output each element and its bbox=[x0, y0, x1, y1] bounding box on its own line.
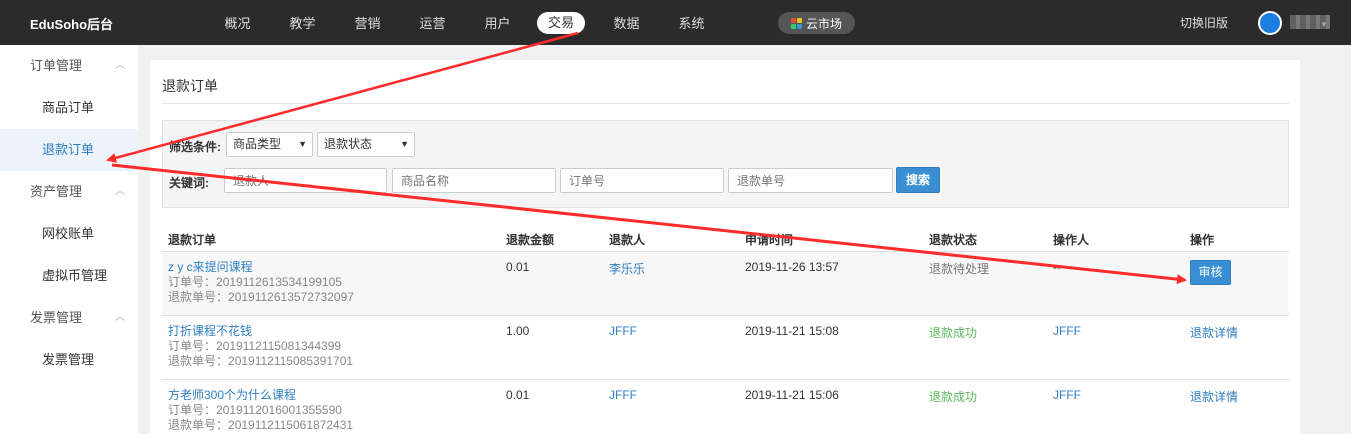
sidebar-group-label: 订单管理 bbox=[30, 58, 83, 73]
refund-amount: 0.01 bbox=[506, 260, 530, 274]
main-nav: 概况 教学 营销 运营 用户 交易 数据 系统 bbox=[205, 0, 724, 45]
refund-table: 退款订单 退款金额 退款人 申请时间 退款状态 操作人 操作 z y c来提问课… bbox=[162, 222, 1289, 434]
refund-user-link[interactable]: JFFF bbox=[609, 388, 637, 402]
refund-detail-link[interactable]: 退款详情 bbox=[1190, 388, 1238, 405]
refund-amount: 1.00 bbox=[506, 324, 530, 338]
search-button[interactable]: 搜索 bbox=[896, 167, 940, 193]
operator: -- bbox=[1053, 260, 1061, 274]
filter-form: 筛选条件: 商品类型 ▼ 退款状态 ▼ 关键词: 搜索 bbox=[162, 120, 1289, 208]
avatar[interactable] bbox=[1258, 11, 1282, 35]
nav-teaching[interactable]: 教学 bbox=[270, 13, 335, 32]
refund-status: 退款成功 bbox=[929, 326, 978, 340]
brand-logo[interactable]: EduSoho后台 bbox=[30, 14, 113, 33]
nav-users[interactable]: 用户 bbox=[465, 13, 530, 32]
product-title-link[interactable]: 方老师300个为什么课程 bbox=[168, 388, 353, 403]
divider bbox=[162, 103, 1289, 104]
refund-status-value: 退款状态 bbox=[324, 137, 373, 151]
audit-button[interactable]: 审核 bbox=[1190, 260, 1231, 285]
main-panel: 退款订单 筛选条件: 商品类型 ▼ 退款状态 ▼ 关键词: 搜索 退款订单 退款… bbox=[150, 60, 1300, 434]
switch-old-version-link[interactable]: 切换旧版 bbox=[1180, 14, 1228, 31]
sidebar-group-order-management[interactable]: 订单管理 ︿ bbox=[0, 45, 138, 87]
chevron-up-icon: ︿ bbox=[115, 60, 125, 71]
col-operator: 操作人 bbox=[1053, 233, 1090, 247]
table-row: 打折课程不花钱 订单号：2019112115081344399 退款单号：201… bbox=[162, 316, 1289, 380]
col-refund-user: 退款人 bbox=[609, 233, 646, 247]
order-number: 订单号：2019112613534199105 bbox=[168, 275, 342, 289]
apply-time: 2019-11-26 13:57 bbox=[745, 260, 839, 274]
page-title: 退款订单 bbox=[162, 78, 218, 94]
product-title-link[interactable]: 打折课程不花钱 bbox=[168, 324, 353, 339]
refund-detail-link[interactable]: 退款详情 bbox=[1190, 324, 1238, 341]
operator-link[interactable]: JFFF bbox=[1053, 324, 1081, 338]
nav-data[interactable]: 数据 bbox=[594, 13, 659, 32]
product-name-input[interactable] bbox=[392, 168, 556, 193]
app-grid-icon bbox=[790, 17, 802, 29]
top-navbar: EduSoho后台 概况 教学 营销 运营 用户 交易 数据 系统 云市场 切换… bbox=[0, 0, 1351, 45]
col-refund-order: 退款订单 bbox=[168, 233, 217, 247]
sidebar: 订单管理 ︿ 商品订单 退款订单 资产管理 ︿ 网校账单 虚拟币管理 发票管理 … bbox=[0, 45, 138, 434]
chevron-up-icon: ︿ bbox=[115, 186, 125, 197]
order-number: 订单号：2019112115081344399 bbox=[168, 339, 342, 353]
sidebar-item-school-bills[interactable]: 网校账单 bbox=[0, 213, 138, 255]
refund-order-info: 打折课程不花钱 订单号：2019112115081344399 退款单号：201… bbox=[168, 324, 353, 369]
product-type-select[interactable]: 商品类型 ▼ bbox=[226, 132, 313, 157]
order-number-input[interactable] bbox=[560, 168, 724, 193]
cloud-market-label: 云市场 bbox=[805, 16, 842, 31]
sidebar-item-invoices[interactable]: 发票管理 bbox=[0, 339, 138, 381]
table-row: 方老师300个为什么课程 订单号：2019112016001355590 退款单… bbox=[162, 380, 1289, 434]
refund-number-input[interactable] bbox=[728, 168, 893, 193]
refund-number: 退款单号：2019112115061872431 bbox=[168, 418, 354, 432]
col-apply-time: 申请时间 bbox=[745, 233, 794, 247]
refund-status: 退款待处理 bbox=[929, 262, 990, 276]
caret-down-icon: ▼ bbox=[400, 139, 409, 149]
sidebar-item-virtual-coin[interactable]: 虚拟币管理 bbox=[0, 255, 138, 297]
apply-time: 2019-11-21 15:08 bbox=[745, 324, 839, 338]
refund-number: 退款单号：2019112613572732097 bbox=[168, 290, 354, 304]
sidebar-group-label: 发票管理 bbox=[30, 310, 83, 325]
refund-user-link[interactable]: JFFF bbox=[609, 324, 637, 338]
chevron-up-icon: ︿ bbox=[115, 312, 125, 323]
filter-condition-label: 筛选条件: bbox=[169, 140, 221, 154]
sidebar-item-product-orders[interactable]: 商品订单 bbox=[0, 87, 138, 129]
sidebar-item-refund-orders[interactable]: 退款订单 bbox=[0, 129, 138, 171]
apply-time: 2019-11-21 15:06 bbox=[745, 388, 839, 402]
keyword-label: 关键词: bbox=[169, 176, 209, 190]
product-type-value: 商品类型 bbox=[233, 137, 282, 151]
col-action: 操作 bbox=[1190, 233, 1215, 247]
refund-amount: 0.01 bbox=[506, 388, 530, 402]
nav-trade[interactable]: 交易 bbox=[537, 11, 585, 34]
refund-order-info: 方老师300个为什么课程 订单号：2019112016001355590 退款单… bbox=[168, 388, 353, 433]
refund-status-select[interactable]: 退款状态 ▼ bbox=[317, 132, 415, 157]
col-amount: 退款金额 bbox=[506, 233, 555, 247]
caret-down-icon: ▼ bbox=[298, 139, 307, 149]
sidebar-group-label: 资产管理 bbox=[30, 184, 83, 199]
nav-operation[interactable]: 运营 bbox=[400, 13, 465, 32]
col-status: 退款状态 bbox=[929, 233, 978, 247]
nav-overview[interactable]: 概况 bbox=[205, 13, 270, 32]
cloud-market-button[interactable]: 云市场 bbox=[778, 12, 855, 34]
table-row: z y c来提问课程 订单号：2019112613534199105 退款单号：… bbox=[162, 252, 1289, 316]
refund-status: 退款成功 bbox=[929, 390, 978, 404]
refund-number: 退款单号：2019112115085391701 bbox=[168, 354, 354, 368]
refund-user-input[interactable] bbox=[224, 168, 387, 193]
order-number: 订单号：2019112016001355590 bbox=[168, 403, 342, 417]
sidebar-group-invoice-management[interactable]: 发票管理 ︿ bbox=[0, 297, 138, 339]
nav-marketing[interactable]: 营销 bbox=[335, 13, 400, 32]
product-title-link[interactable]: z y c来提问课程 bbox=[168, 260, 354, 275]
operator-link[interactable]: JFFF bbox=[1053, 388, 1081, 402]
chevron-down-icon[interactable]: ▼ bbox=[1320, 20, 1328, 29]
nav-system[interactable]: 系统 bbox=[659, 13, 724, 32]
sidebar-group-asset-management[interactable]: 资产管理 ︿ bbox=[0, 171, 138, 213]
table-header: 退款订单 退款金额 退款人 申请时间 退款状态 操作人 操作 bbox=[162, 222, 1289, 252]
refund-order-info: z y c来提问课程 订单号：2019112613534199105 退款单号：… bbox=[168, 260, 354, 305]
refund-user-link[interactable]: 李乐乐 bbox=[609, 260, 645, 277]
